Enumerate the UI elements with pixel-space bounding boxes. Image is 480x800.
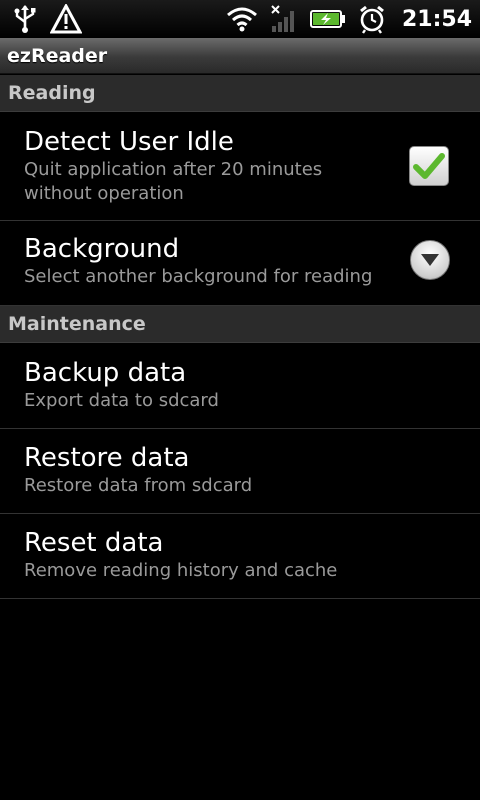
pref-summary-line1: Quit application after 20 minutes — [24, 159, 323, 180]
section-header-label: Reading — [8, 82, 96, 104]
battery-charging-icon — [309, 8, 346, 30]
app-title-bar: ezReader — [0, 38, 480, 74]
pref-background[interactable]: Background Select another background for… — [0, 221, 480, 306]
app-title: ezReader — [7, 44, 108, 67]
signal-icon — [270, 4, 298, 34]
pref-title: Backup data — [24, 358, 187, 388]
background-dropdown-button[interactable] — [410, 240, 450, 280]
pref-summary: Select another background for reading — [24, 266, 373, 287]
status-right-icons: 21:54 — [226, 4, 472, 34]
status-time: 21:54 — [401, 6, 472, 32]
pref-title: Restore data — [24, 443, 190, 473]
status-left-icons — [12, 4, 82, 34]
usb-icon — [12, 4, 38, 34]
pref-detect-user-idle[interactable]: Detect User Idle Quit application after … — [0, 112, 480, 221]
pref-summary: Remove reading history and cache — [24, 560, 338, 581]
pref-restore-data[interactable]: Restore data Restore data from sdcard — [0, 429, 480, 514]
pref-title: Background — [24, 234, 180, 264]
chevron-down-icon — [420, 253, 440, 267]
detect-idle-checkbox[interactable] — [409, 146, 449, 186]
pref-reset-data[interactable]: Reset data Remove reading history and ca… — [0, 514, 480, 599]
pref-summary: Export data to sdcard — [24, 390, 219, 411]
checkmark-icon — [413, 152, 445, 180]
wifi-icon — [226, 6, 258, 32]
section-header-maintenance: Maintenance — [0, 306, 480, 343]
status-bar: 21:54 — [0, 0, 480, 38]
pref-summary-line2: without operation — [24, 183, 184, 204]
pref-summary: Restore data from sdcard — [24, 475, 253, 496]
alarm-clock-icon — [358, 4, 386, 34]
pref-backup-data[interactable]: Backup data Export data to sdcard — [0, 343, 480, 429]
pref-title: Reset data — [24, 528, 164, 558]
section-header-reading: Reading — [0, 75, 480, 112]
section-header-label: Maintenance — [8, 313, 146, 335]
pref-title: Detect User Idle — [24, 127, 234, 157]
warning-icon — [50, 4, 82, 34]
